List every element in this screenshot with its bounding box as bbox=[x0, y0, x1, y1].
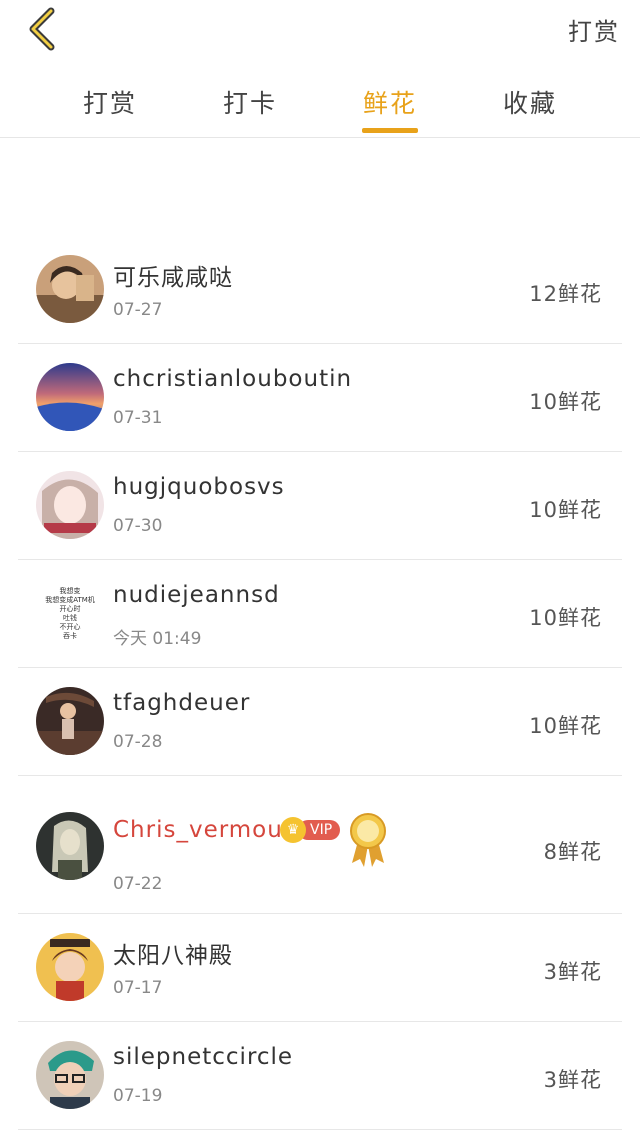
avatar[interactable]: 我想变 我想变成ATM机 开心时 吐钱 不开心 吞卡 bbox=[36, 579, 104, 647]
avatar[interactable] bbox=[36, 363, 104, 431]
gift-date: 07-19 bbox=[113, 1086, 163, 1106]
list-item[interactable]: silepnetccircle 07-19 3鲜花 bbox=[18, 1022, 622, 1130]
avatar-text-line: 我想变 bbox=[59, 587, 81, 595]
reward-action-button[interactable]: 打赏 bbox=[568, 12, 620, 47]
user-name: silepnetccircle bbox=[113, 1044, 294, 1070]
user-name: nudiejeannsd bbox=[113, 582, 280, 608]
chevron-left-icon bbox=[29, 7, 55, 51]
tab-favorites[interactable]: 收藏 bbox=[480, 68, 580, 120]
avatar[interactable] bbox=[36, 1041, 104, 1109]
gift-date: 07-17 bbox=[113, 978, 163, 998]
avatar[interactable] bbox=[36, 471, 104, 539]
flower-count: 3鲜花 bbox=[543, 1068, 602, 1092]
list-item[interactable]: chcristianlouboutin 07-31 10鲜花 bbox=[18, 344, 622, 452]
avatar-text-line: 开心时 bbox=[59, 605, 81, 613]
flower-count: 8鲜花 bbox=[543, 840, 602, 864]
gift-date: 今天 01:49 bbox=[113, 629, 202, 649]
user-name: hugjquobosvs bbox=[113, 474, 285, 500]
avatar[interactable] bbox=[36, 933, 104, 1001]
list-item[interactable]: tfaghdeuer 07-28 10鲜花 bbox=[18, 668, 622, 776]
flower-count: 10鲜花 bbox=[529, 390, 602, 414]
flower-count: 10鲜花 bbox=[529, 714, 602, 738]
list-item[interactable]: 我想变 我想变成ATM机 开心时 吐钱 不开心 吞卡 nudiejeannsd … bbox=[18, 560, 622, 668]
avatar[interactable] bbox=[36, 687, 104, 755]
medal-icon bbox=[350, 813, 386, 867]
user-name: tfaghdeuer bbox=[113, 690, 251, 716]
user-name: chcristianlouboutin bbox=[113, 366, 353, 392]
user-name: 可乐咸咸哒 bbox=[113, 265, 233, 291]
avatar-text-line: 吐钱 bbox=[63, 614, 77, 622]
avatar-text-line: 我想变成ATM机 bbox=[45, 596, 95, 604]
top-bar: 打赏 bbox=[0, 0, 640, 60]
tab-checkin[interactable]: 打卡 bbox=[200, 68, 300, 120]
flower-giver-list: 可乐咸咸哒 07-27 12鲜花 chcristianlouboutin 07-… bbox=[18, 236, 622, 1130]
crown-icon: ♛ bbox=[280, 817, 306, 843]
list-item[interactable]: Chris_vermouth ♛ VIP 07-22 8鲜花 bbox=[18, 776, 622, 914]
gift-date: 07-27 bbox=[113, 300, 163, 320]
list-item[interactable]: 太阳八神殿 07-17 3鲜花 bbox=[18, 914, 622, 1022]
flower-count: 3鲜花 bbox=[543, 960, 602, 984]
list-item[interactable]: 可乐咸咸哒 07-27 12鲜花 bbox=[18, 236, 622, 344]
avatar-text-line: 吞卡 bbox=[63, 632, 77, 640]
gift-date: 07-31 bbox=[113, 408, 163, 428]
avatar[interactable] bbox=[36, 255, 104, 323]
back-button[interactable] bbox=[22, 6, 62, 52]
gift-date: 07-28 bbox=[113, 732, 163, 752]
tab-bar: 打赏 打卡 鲜花 收藏 bbox=[0, 68, 640, 138]
avatar[interactable] bbox=[36, 812, 104, 880]
list-item[interactable]: hugjquobosvs 07-30 10鲜花 bbox=[18, 452, 622, 560]
flower-count: 10鲜花 bbox=[529, 498, 602, 522]
vip-badge: ♛ VIP bbox=[280, 817, 341, 843]
tab-flowers[interactable]: 鲜花 bbox=[340, 68, 440, 133]
tab-reward[interactable]: 打赏 bbox=[60, 68, 160, 120]
avatar-text-line: 不开心 bbox=[59, 623, 81, 631]
gift-date: 07-30 bbox=[113, 516, 163, 536]
flower-count: 12鲜花 bbox=[529, 282, 602, 306]
flower-count: 10鲜花 bbox=[529, 606, 602, 630]
gift-date: 07-22 bbox=[113, 874, 163, 894]
user-name: 太阳八神殿 bbox=[113, 943, 233, 969]
